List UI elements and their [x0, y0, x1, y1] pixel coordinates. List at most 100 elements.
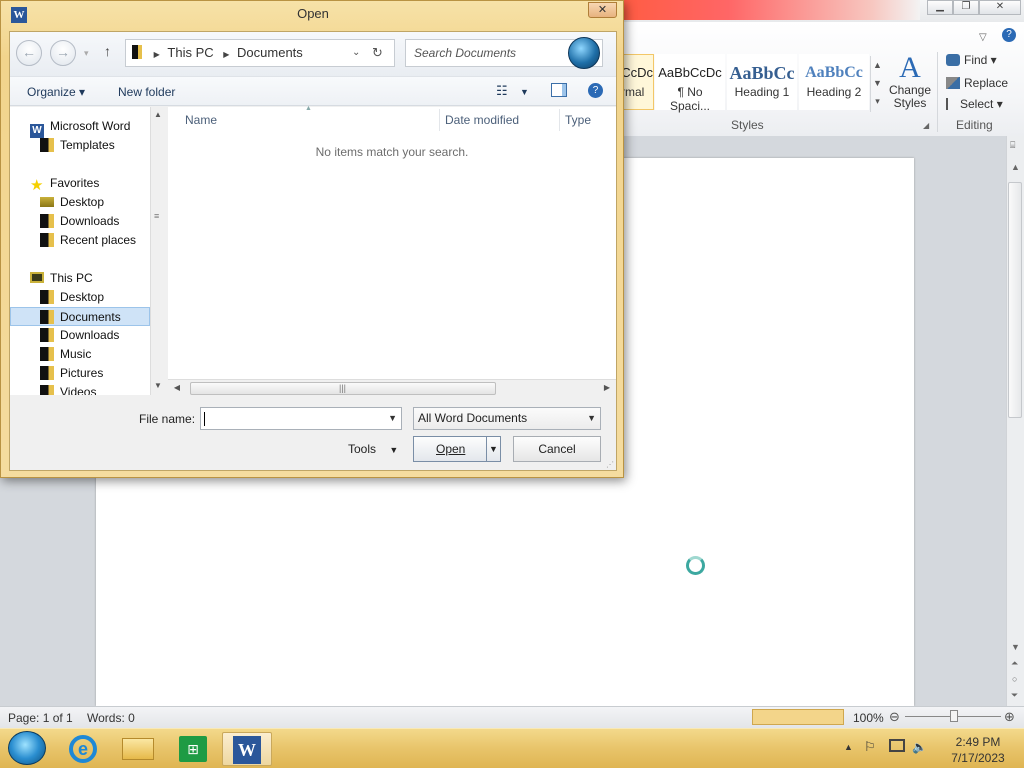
page-count[interactable]: Page: 1 of 1	[8, 711, 73, 725]
help-icon[interactable]: ?	[1002, 28, 1016, 42]
tools-button[interactable]: Tools ▼	[348, 442, 398, 456]
change-styles-button[interactable]: A Change Styles	[888, 52, 932, 116]
store-icon[interactable]: ⊞	[168, 732, 218, 766]
tree-label: Videos	[60, 385, 97, 395]
help-icon[interactable]: ?	[588, 83, 603, 98]
clock[interactable]: 2:49 PM 7/17/2023	[938, 734, 1018, 766]
select-button[interactable]: Select ▾	[946, 97, 1003, 111]
scroll-up-icon[interactable]: ▲	[151, 108, 165, 122]
search-icon[interactable]	[568, 37, 600, 69]
tree-pc-downloads[interactable]: Downloads	[40, 326, 119, 345]
breadcrumb-this-pc[interactable]: This PC	[167, 45, 213, 60]
refresh-icon[interactable]: ↻	[372, 40, 383, 66]
vertical-scroll-thumb[interactable]	[1008, 182, 1022, 418]
style-no-spacing[interactable]: AaBbCcDc ¶ No Spaci...	[655, 54, 725, 113]
scroll-down-icon[interactable]: ▼	[1011, 642, 1020, 652]
file-list-horizontal-scrollbar[interactable]: ◀ ||| ▶	[168, 379, 616, 396]
new-folder-button[interactable]: New folder	[118, 85, 175, 99]
column-date-modified[interactable]: Date modified	[445, 113, 519, 127]
word-taskbar-icon[interactable]: W	[222, 732, 272, 766]
organize-button[interactable]: Organize ▾	[27, 85, 85, 99]
tree-pc-pictures[interactable]: Pictures	[40, 364, 103, 383]
volume-muted-icon[interactable]: 🔈	[912, 740, 927, 754]
preview-pane-icon[interactable]	[551, 83, 567, 97]
open-dialog: Open W ✕ ← → ▾ ↑ ▶ This PC ▶ Documents ⌄…	[0, 0, 624, 478]
tree-recent-places[interactable]: Recent places	[40, 231, 136, 250]
tree-pc-music[interactable]: Music	[40, 345, 91, 364]
replace-button[interactable]: Replace	[946, 76, 1008, 90]
forward-icon[interactable]: →	[50, 40, 76, 66]
column-type[interactable]: Type	[565, 113, 591, 127]
zoom-slider-knob[interactable]	[950, 710, 958, 722]
ribbon-collapse-icon[interactable]: ▽	[979, 32, 987, 43]
change-view-icon[interactable]: ☷	[496, 83, 508, 99]
browse-object-icon[interactable]: ○	[1012, 674, 1017, 684]
search-box[interactable]: Search Documents	[405, 37, 603, 69]
back-icon[interactable]: ←	[16, 40, 42, 66]
column-name[interactable]: Name	[185, 113, 217, 127]
previous-page-icon[interactable]: ⏶	[1011, 658, 1018, 669]
horizontal-scroll-thumb[interactable]: |||	[190, 382, 496, 395]
style-preview: AaBbCcDc	[621, 65, 653, 80]
tree-scrollbar[interactable]: ▲ ≡ ▼	[150, 107, 166, 395]
navigation-bar: ← → ▾ ↑ ▶ This PC ▶ Documents ⌄ ↻ Search…	[10, 32, 616, 76]
style-heading-1[interactable]: AaBbCc Heading 1	[727, 54, 797, 110]
file-type-dropdown-icon[interactable]: ▼	[587, 408, 596, 429]
tree-templates[interactable]: Templates	[40, 136, 115, 155]
next-page-icon[interactable]: ⏷	[1011, 690, 1018, 701]
internet-explorer-icon[interactable]: e	[58, 732, 108, 766]
styles-dialog-launcher-icon[interactable]: ◢	[923, 121, 929, 130]
videos-folder-icon	[40, 385, 54, 395]
word-count[interactable]: Words: 0	[87, 711, 135, 725]
scroll-left-icon[interactable]: ◀	[170, 381, 184, 395]
recent-locations-icon[interactable]: ▾	[84, 48, 89, 59]
file-list[interactable]: ▲ Name Date modified Type No items match…	[168, 105, 616, 379]
scroll-right-icon[interactable]: ▶	[600, 381, 614, 395]
scroll-up-icon[interactable]: ▲	[1011, 162, 1020, 172]
address-bar[interactable]: ▶ This PC ▶ Documents ⌄ ↻	[125, 39, 395, 67]
sort-ascending-icon: ▲	[305, 105, 312, 112]
tree-this-pc[interactable]: This PC	[30, 269, 93, 288]
open-button[interactable]: Open ▼	[413, 436, 501, 462]
tree-pc-videos[interactable]: Videos	[40, 383, 96, 395]
tree-pc-documents[interactable]: Documents	[10, 307, 150, 326]
show-hidden-icons-icon[interactable]: ▲	[844, 742, 853, 752]
find-button[interactable]: Find ▾	[946, 53, 997, 67]
ruler-toggle-icon[interactable]: ⌸	[1010, 140, 1015, 151]
file-type-select[interactable]: All Word Documents ▼	[413, 407, 601, 430]
up-arrow-icon[interactable]: ↑	[104, 43, 111, 59]
address-dropdown-icon[interactable]: ⌄	[352, 40, 360, 66]
cancel-button[interactable]: Cancel	[513, 436, 601, 462]
style-preview: AaBbCc	[805, 64, 863, 81]
network-icon[interactable]	[889, 739, 905, 752]
zoom-in-icon[interactable]: ⊕	[1004, 709, 1015, 725]
file-name-input[interactable]: ▼	[200, 407, 402, 430]
close-button[interactable]: ✕	[979, 0, 1021, 15]
cursor-icon	[946, 98, 956, 110]
open-dropdown-icon[interactable]: ▼	[486, 437, 500, 461]
tree-fav-downloads[interactable]: Downloads	[40, 212, 119, 231]
styles-gallery-scroll[interactable]: ▲ ▼ ▾	[870, 56, 884, 112]
action-center-flag-icon[interactable]: ⚐	[864, 739, 876, 755]
file-name-dropdown-icon[interactable]: ▼	[388, 408, 397, 429]
resize-grip-icon[interactable]: ⋰	[606, 460, 614, 469]
file-explorer-icon[interactable]	[113, 732, 163, 766]
zoom-out-icon[interactable]: ⊖	[889, 709, 900, 725]
view-dropdown-icon[interactable]: ▼	[520, 87, 529, 97]
tree-pc-desktop[interactable]: Desktop	[40, 288, 104, 307]
restore-button[interactable]: ❐	[953, 0, 979, 15]
breadcrumb-documents[interactable]: Documents	[237, 45, 303, 60]
zoom-level[interactable]: 100%	[853, 711, 884, 725]
tree-fav-desktop[interactable]: Desktop	[40, 193, 104, 212]
style-heading-2[interactable]: AaBbCc Heading 2	[799, 54, 869, 110]
dialog-close-button[interactable]: ✕	[588, 2, 617, 18]
view-buttons[interactable]	[752, 709, 844, 725]
start-button-icon[interactable]	[8, 731, 46, 765]
tree-favorites[interactable]: ★ Favorites	[30, 174, 99, 193]
minimize-button[interactable]: ▁	[927, 0, 953, 15]
scroll-down-icon[interactable]: ▼	[151, 379, 165, 393]
style-normal[interactable]: AaBbCcDc rmal	[620, 54, 654, 110]
tree-microsoft-word[interactable]: W Microsoft Word	[30, 117, 130, 138]
tree-label: This PC	[50, 271, 93, 285]
clock-time: 2:49 PM	[955, 735, 1001, 749]
